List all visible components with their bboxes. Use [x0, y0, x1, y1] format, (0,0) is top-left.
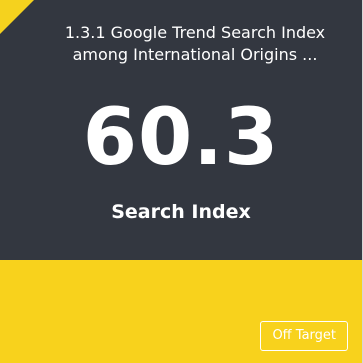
kpi-title: 1.3.1 Google Trend Search Index among In… [64, 23, 326, 64]
kpi-label: Search Index [111, 201, 251, 223]
kpi-card-header: 1.3.1 Google Trend Search Index among In… [0, 0, 362, 260]
kpi-card[interactable]: 1.3.1 Google Trend Search Index among In… [0, 0, 363, 363]
kpi-value: 60.3 [82, 93, 280, 183]
status-badge: Off Target [260, 321, 348, 351]
corner-flag-icon [0, 0, 34, 34]
kpi-status-band: Off Target [0, 260, 362, 363]
